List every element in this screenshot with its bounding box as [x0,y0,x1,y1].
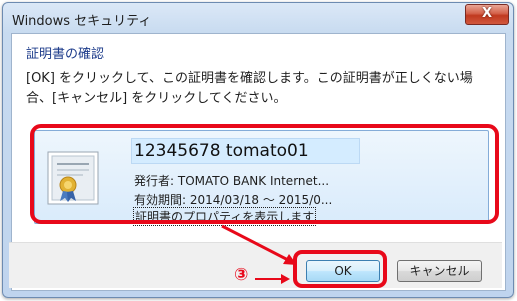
close-icon: X [481,6,493,21]
window-title: Windows セキュリティ [12,14,152,29]
ok-highlight [293,250,387,288]
cancel-button[interactable]: キャンセル [397,260,482,282]
step-number-label: ③ [234,265,249,285]
certificate-highlight [30,124,499,224]
close-button[interactable]: X [465,4,509,25]
title-bar[interactable]: Windows セキュリティ X [3,3,513,33]
dialog-heading: 証明書の確認 [26,47,105,62]
dialog-message: [OK] をクリックして、この証明書を確認します。この証明書が正しくない場合、[… [26,71,473,106]
